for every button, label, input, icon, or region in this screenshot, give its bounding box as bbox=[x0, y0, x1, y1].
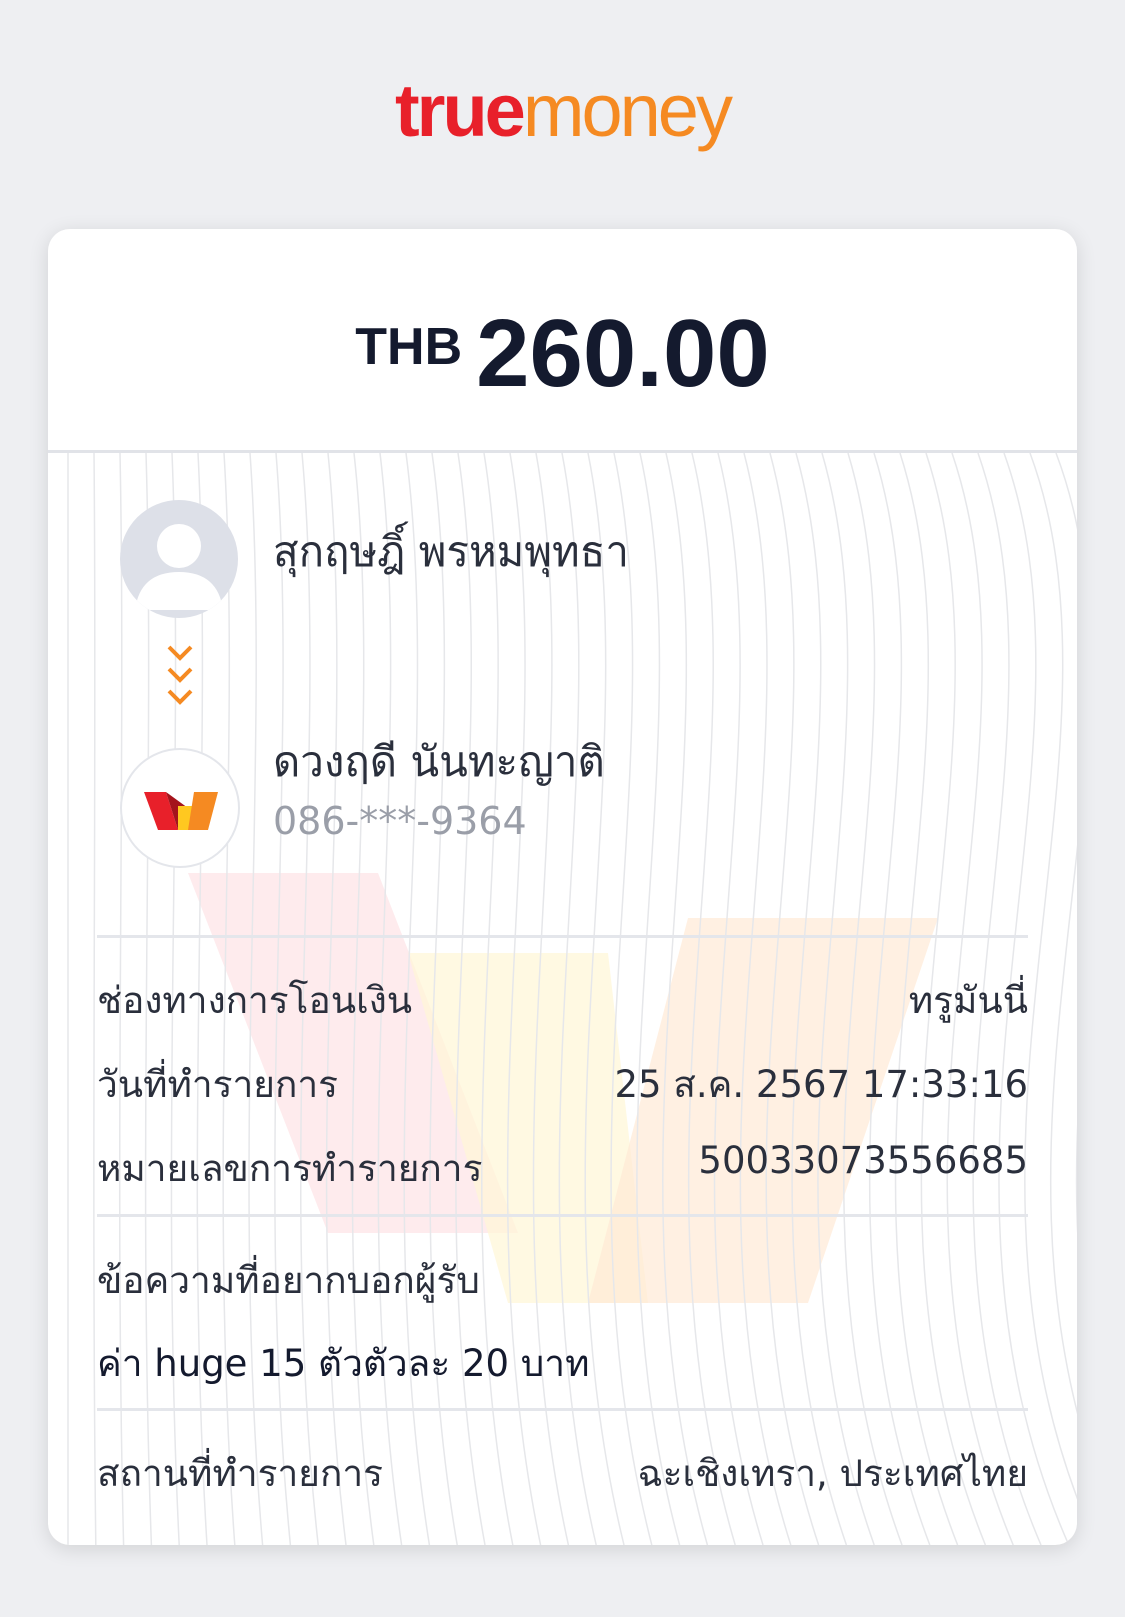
recipient-name: ดวงฤดี นันทะญาติ bbox=[273, 737, 605, 786]
detail-row-transaction-id: หมายเลขการทำรายการ 50033073556685 bbox=[97, 1139, 1028, 1198]
transfer-arrows-icon bbox=[167, 645, 193, 705]
message-content: ค่า huge 15 ตัวตัวละ 20 บาท bbox=[97, 1342, 590, 1385]
amount: THB 260.00 bbox=[48, 299, 1077, 409]
divider bbox=[97, 935, 1028, 938]
sender-avatar bbox=[120, 500, 238, 618]
truemoney-wallet-icon bbox=[144, 792, 218, 830]
sender-name: สุกฤษฎิ์ พรหมพุทธา bbox=[273, 527, 629, 576]
detail-value: 50033073556685 bbox=[698, 1139, 1028, 1182]
receipt-card: THB 260.00 สุกฤษฎิ์ พรหมพุทธา ดวงฤดี นันท… bbox=[48, 229, 1077, 1545]
pattern-line bbox=[93, 453, 97, 1545]
detail-row-location: สถานที่ทำรายการ ฉะเชิงเทรา, ประเทศไทย bbox=[97, 1444, 1028, 1503]
pattern-line bbox=[1049, 453, 1077, 1414]
logo-money: money bbox=[522, 69, 733, 152]
truemoney-logo: truemoney bbox=[0, 68, 1125, 153]
divider bbox=[97, 1214, 1028, 1217]
detail-label: ช่องทางการโอนเงิน bbox=[97, 979, 413, 1022]
detail-row-date: วันที่ทำรายการ 25 ส.ค. 2567 17:33:16 bbox=[97, 1055, 1028, 1114]
amount-value: 260.00 bbox=[476, 300, 770, 407]
message-label: ข้อความที่อยากบอกผู้รับ bbox=[97, 1251, 1028, 1310]
recipient-wallet-logo bbox=[120, 748, 240, 868]
pattern-line bbox=[1024, 453, 1077, 1500]
detail-value: ฉะเชิงเทรา, ประเทศไทย bbox=[637, 1452, 1028, 1495]
detail-label: หมายเลขการทำรายการ bbox=[97, 1147, 483, 1190]
message-label-text: ข้อความที่อยากบอกผู้รับ bbox=[97, 1259, 480, 1302]
divider bbox=[97, 1408, 1028, 1411]
logo-true: true bbox=[395, 69, 526, 152]
detail-row-channel: ช่องทางการโอนเงิน ทรูมันนี่ bbox=[97, 971, 1028, 1030]
amount-header: THB 260.00 bbox=[48, 229, 1077, 453]
detail-value: 25 ส.ค. 2567 17:33:16 bbox=[614, 1063, 1028, 1106]
detail-value: ทรูมันนี่ bbox=[908, 979, 1028, 1022]
detail-label: วันที่ทำรายการ bbox=[97, 1063, 339, 1106]
recipient-phone: 086-***-9364 bbox=[273, 799, 527, 843]
user-avatar-icon bbox=[135, 524, 223, 610]
message-text: ค่า huge 15 ตัวตัวละ 20 บาท bbox=[97, 1334, 1028, 1393]
detail-label: สถานที่ทำรายการ bbox=[97, 1452, 383, 1495]
currency: THB bbox=[355, 318, 463, 376]
